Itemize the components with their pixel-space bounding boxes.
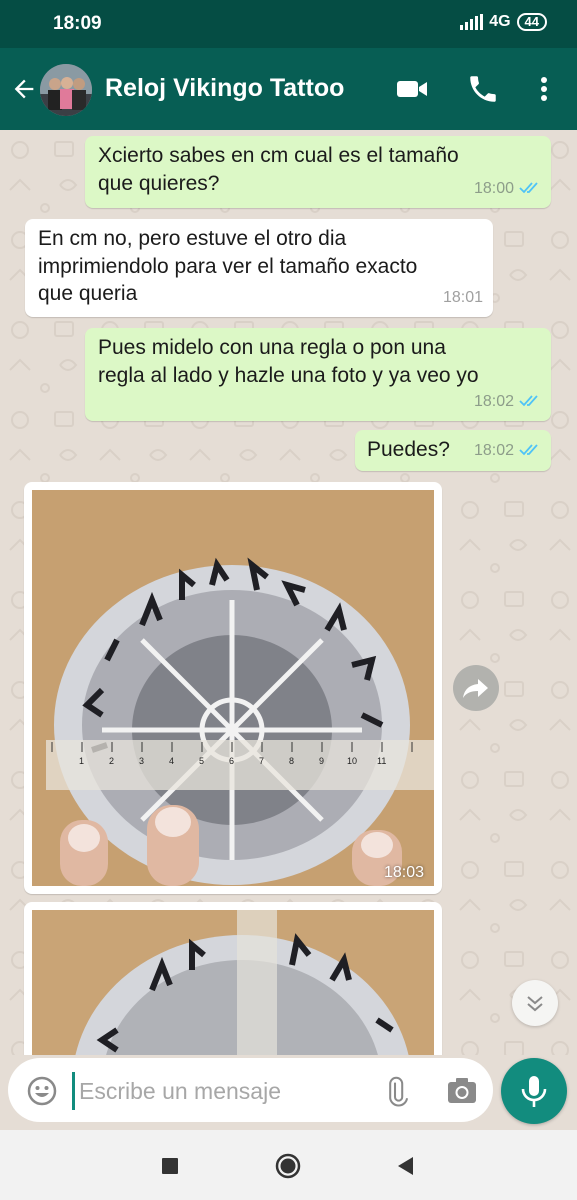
chat-title[interactable]: Reloj Vikingo Tattoo [105,74,344,103]
ruler-number: 3 [139,756,144,766]
status-bar: 18:09 4G 44 [0,0,577,48]
voice-note-button[interactable] [501,1058,567,1124]
ruler-number: 11 [377,756,386,766]
ruler-number: 5 [199,756,204,766]
ruler-number: 8 [289,756,294,766]
video-call-icon[interactable] [395,72,429,106]
forward-button[interactable] [453,665,499,711]
ruler-number: 7 [259,756,264,766]
message-bubble-outgoing[interactable]: Xcierto sabes en cm cual es el tamaño qu… [85,136,551,208]
image-message[interactable] [24,902,442,1055]
message-time: 18:02 [473,392,514,410]
status-indicators: 4G 44 [460,13,547,31]
message-time: 18:02 [473,441,514,459]
message-text: Xcierto sabes en cm cual es el tamaño qu… [98,142,459,197]
system-navigation-bar [0,1130,577,1200]
microphone-icon [521,1076,547,1107]
ruler-number: 10 [347,756,357,766]
message-bubble-outgoing[interactable]: Pues midelo con una regla o pon una regl… [85,328,551,421]
composer-bar [0,1055,577,1130]
ruler-number: 6 [229,756,234,766]
message-line: En cm no, pero estuve el otro dia [38,227,347,250]
avatar-photo [40,64,92,116]
ruler-number: 9 [319,756,324,766]
attach-icon[interactable] [378,1074,412,1108]
more-options-icon[interactable] [527,72,561,106]
read-ticks-icon [519,182,538,194]
scroll-to-bottom-button[interactable] [512,980,558,1026]
message-meta: 18:02 [474,388,541,416]
message-meta: 18:00 [474,175,541,203]
message-input[interactable] [72,1072,362,1110]
ruler-number: 4 [169,756,174,766]
message-line: Pues midelo con una regla o pon una [98,336,446,359]
back-icon[interactable] [392,1152,420,1180]
message-line: que queria [38,282,138,305]
message-meta: 18:01 [443,284,483,312]
back-arrow-icon[interactable] [10,75,38,103]
forward-icon [463,679,488,698]
image-message[interactable]: 1 2 3 4 5 6 7 8 9 10 11 18:03 [24,482,442,894]
home-icon[interactable] [274,1152,302,1180]
ruler-number: 2 [109,756,114,766]
message-line: que quieres? [98,171,220,195]
message-input-box [8,1058,493,1122]
emoji-icon[interactable] [26,1075,58,1107]
double-chevron-down-icon [527,996,543,1012]
message-text: Puedes? [367,436,450,464]
message-line: Xcierto sabes en cm cual es el tamaño [98,144,459,167]
message-line: Puedes? [367,438,450,461]
tattoo-photo-2[interactable] [32,910,434,1055]
message-bubble-incoming[interactable]: En cm no, pero estuve el otro dia imprim… [25,219,493,317]
message-line: regla al lado y hazle una foto y ya veo … [98,363,479,387]
network-type: 4G [489,13,511,30]
message-time: 18:03 [383,864,424,881]
camera-icon[interactable] [445,1075,479,1107]
message-bubble-outgoing[interactable]: Puedes? 18:02 [355,430,551,471]
battery-level: 44 [524,14,539,29]
message-text: Pues midelo con una regla o pon una regl… [98,334,479,389]
phone-call-icon[interactable] [466,72,500,106]
ruler-number: 1 [79,756,84,766]
signal-icon [460,14,484,30]
message-time: 18:01 [442,288,483,306]
message-line: imprimiendolo para ver el tamaño exacto [38,254,418,278]
avatar[interactable] [40,64,92,116]
message-list[interactable]: Xcierto sabes en cm cual es el tamaño qu… [0,130,577,1055]
read-ticks-icon [519,444,538,456]
message-time: 18:00 [473,179,514,197]
recents-icon[interactable] [156,1152,184,1180]
tattoo-ruler-photo[interactable]: 1 2 3 4 5 6 7 8 9 10 11 [32,490,434,886]
read-ticks-icon [519,395,538,407]
message-text: En cm no, pero estuve el otro dia imprim… [38,225,417,308]
battery-icon: 44 [516,13,547,31]
status-time: 18:09 [53,13,102,34]
message-meta: 18:02 [474,437,541,465]
chat-header: Reloj Vikingo Tattoo [0,48,577,130]
